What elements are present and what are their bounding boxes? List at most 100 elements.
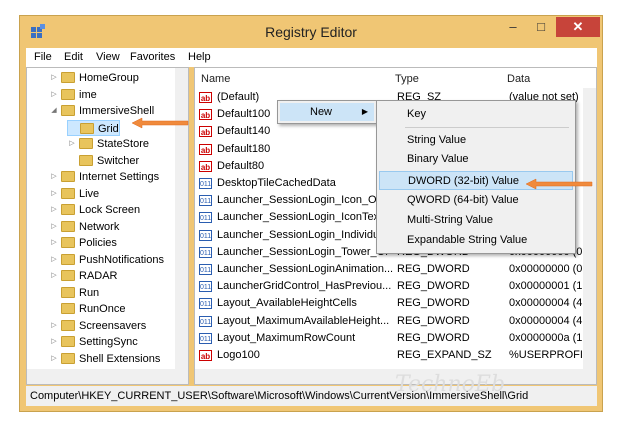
status-bar-path: Computer\HKEY_CURRENT_USER\Software\Micr… bbox=[26, 386, 597, 406]
string-value-icon: ab bbox=[199, 92, 212, 103]
tree-item[interactable]: ▷ Live bbox=[49, 186, 99, 202]
expand-arrow-icon[interactable]: ▷ bbox=[49, 87, 59, 103]
column-header-type[interactable]: Type bbox=[395, 70, 419, 88]
cell-type: REG_DWORD bbox=[397, 331, 470, 344]
expand-arrow-icon[interactable]: ▷ bbox=[49, 334, 59, 350]
tree-item[interactable]: ▷ ime bbox=[49, 87, 97, 103]
submenu-item[interactable]: Key bbox=[379, 105, 573, 124]
cell-data: 0x00000004 (4 bbox=[509, 297, 583, 310]
folder-icon bbox=[61, 286, 75, 298]
submenu-arrow-icon: ▶ bbox=[361, 107, 368, 116]
tree-item[interactable]: Switcher bbox=[67, 153, 139, 169]
list-item[interactable]: 011 LauncherGridControl_HasPreviou... REG_… bbox=[199, 278, 596, 295]
folder-icon bbox=[79, 138, 93, 149]
expand-arrow-icon[interactable]: ▷ bbox=[49, 169, 59, 185]
cell-name: Layout_MaximumAvailableHeight... bbox=[217, 314, 390, 327]
expand-arrow-icon[interactable]: ◢ bbox=[49, 103, 59, 119]
expand-arrow-icon[interactable]: ▷ bbox=[49, 186, 59, 202]
list-item[interactable]: 011 Layout_MaximumRowCount REG_DWORD 0x0000… bbox=[199, 330, 596, 347]
menu-bar: File Edit View Favorites Help bbox=[26, 48, 597, 67]
minimize-button[interactable]: – bbox=[500, 17, 526, 37]
folder-icon bbox=[61, 204, 75, 215]
list-item[interactable]: 011 Launcher_SessionLoginAnimation... REG_… bbox=[199, 261, 596, 278]
list-item[interactable]: ab Logo100 REG_EXPAND_SZ %USERPROFI bbox=[199, 347, 596, 364]
folder-icon bbox=[61, 303, 75, 314]
menu-view[interactable]: View bbox=[96, 51, 120, 63]
expand-arrow-icon[interactable]: ▷ bbox=[49, 268, 59, 284]
list-vertical-scrollbar[interactable] bbox=[583, 88, 596, 369]
tree-item[interactable]: ▷ Network bbox=[49, 219, 119, 235]
column-header-data[interactable]: Data bbox=[507, 70, 530, 88]
folder-icon bbox=[61, 171, 75, 182]
tree-item[interactable]: Grid bbox=[67, 119, 120, 136]
dword-value-icon: 011 bbox=[199, 246, 212, 258]
list-item[interactable]: 011 Layout_AvailableHeightCells REG_DWORD 0… bbox=[199, 295, 596, 312]
folder-icon bbox=[61, 187, 75, 199]
tree-item-label: Switcher bbox=[97, 154, 140, 167]
tree-item-label: SettingSync bbox=[79, 336, 138, 348]
tree-item-label: HomeGroup bbox=[79, 72, 139, 84]
dword-value-icon: 011 bbox=[199, 281, 212, 293]
tree-item[interactable]: ▷ Lock Screen bbox=[49, 202, 140, 218]
menu-help[interactable]: Help bbox=[188, 51, 211, 63]
cell-data: 0x00000004 (4 bbox=[509, 314, 583, 327]
tree-item[interactable]: ▷ Screensavers bbox=[49, 318, 146, 334]
tree-item[interactable]: ▷ Shell Extensions bbox=[49, 351, 160, 367]
tree-item-label: Grid bbox=[98, 122, 119, 135]
maximize-button[interactable]: □ bbox=[528, 17, 554, 37]
expand-arrow-icon[interactable]: ▷ bbox=[67, 136, 77, 152]
tree-item-label: Network bbox=[79, 220, 120, 233]
expand-arrow-icon[interactable]: ▷ bbox=[49, 219, 59, 235]
tree-item-label: Internet Settings bbox=[79, 171, 160, 183]
tree-item[interactable]: ▷ RADAR bbox=[49, 268, 118, 284]
menu-file[interactable]: File bbox=[34, 51, 52, 63]
column-header-name[interactable]: Name bbox=[201, 70, 230, 88]
submenu-item[interactable]: String Value bbox=[379, 131, 573, 150]
tree-item[interactable]: RunOnce bbox=[49, 301, 125, 317]
tree-item[interactable]: ▷ StateStore bbox=[67, 136, 149, 152]
expand-arrow-icon[interactable]: ▷ bbox=[49, 70, 59, 86]
cell-type: REG_DWORD bbox=[397, 314, 470, 327]
dword-value-icon: 011 bbox=[199, 195, 212, 207]
expand-arrow-icon[interactable]: ▷ bbox=[49, 235, 59, 251]
submenu-item[interactable]: QWORD (64-bit) Value bbox=[379, 191, 573, 210]
expand-arrow-icon[interactable]: ▷ bbox=[49, 351, 59, 367]
tree-item-label: ImmersiveShell bbox=[79, 105, 155, 117]
string-value-icon: ab bbox=[199, 109, 212, 121]
menu-edit[interactable]: Edit bbox=[64, 51, 83, 63]
dword-value-icon: 011 bbox=[199, 315, 212, 327]
tree-item[interactable]: ▷ SettingSync bbox=[49, 334, 138, 350]
tree-item-label: RunOnce bbox=[79, 303, 126, 315]
cell-name: Launcher_SessionLogin_Icon_Off bbox=[217, 194, 383, 207]
tree-item[interactable]: ▷ HomeGroup bbox=[49, 70, 139, 86]
tree-item[interactable]: Run bbox=[49, 285, 99, 301]
dword-value-icon: 011 bbox=[199, 212, 212, 224]
folder-icon bbox=[61, 270, 75, 281]
dword-value-icon: 011 bbox=[199, 229, 212, 241]
expand-arrow-icon[interactable]: ▷ bbox=[49, 318, 59, 334]
expand-arrow-icon[interactable]: ▷ bbox=[49, 252, 59, 268]
cell-name: Default100 bbox=[217, 108, 271, 121]
submenu-item[interactable]: Multi-String Value bbox=[379, 211, 573, 230]
tree-vertical-scrollbar[interactable] bbox=[175, 68, 188, 369]
tree-item[interactable]: ▷ Policies bbox=[49, 235, 117, 251]
title-bar[interactable]: Registry Editor – □ ✕ bbox=[20, 16, 602, 48]
cell-name: Default80 bbox=[217, 159, 265, 172]
tree-item-label: Run bbox=[79, 286, 100, 299]
submenu-item[interactable]: Expandable String Value bbox=[379, 231, 573, 250]
tree-item-label: Lock Screen bbox=[79, 204, 141, 216]
close-button[interactable]: ✕ bbox=[556, 17, 600, 37]
folder-icon bbox=[61, 105, 75, 116]
context-menu-new[interactable]: New ▶ bbox=[280, 103, 374, 121]
cell-name: Launcher_SessionLogin_IconText bbox=[217, 211, 383, 224]
tree-item[interactable]: ▷ PushNotifications bbox=[49, 252, 164, 268]
string-value-icon: ab bbox=[199, 350, 212, 361]
menu-favorites[interactable]: Favorites bbox=[130, 51, 175, 63]
string-value-icon: ab bbox=[199, 160, 212, 172]
expand-arrow-icon[interactable]: ▷ bbox=[49, 202, 59, 218]
tree-horizontal-scrollbar[interactable] bbox=[27, 369, 188, 384]
tree-item[interactable]: ▷ Internet Settings bbox=[49, 169, 159, 185]
submenu-item[interactable]: Binary Value bbox=[379, 150, 573, 169]
list-item[interactable]: 011 Layout_MaximumAvailableHeight... REG_D… bbox=[199, 313, 596, 330]
cell-name: Layout_MaximumRowCount bbox=[217, 331, 356, 344]
